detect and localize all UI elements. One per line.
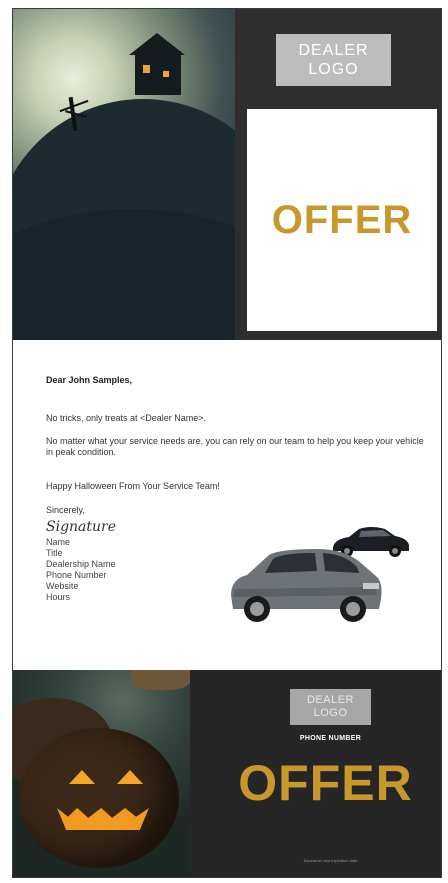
signature-detail: Hours — [46, 592, 71, 602]
disclaimer: Disclaimer and expiration date — [303, 858, 358, 863]
jack-o-lantern — [19, 728, 179, 868]
offer-box: OFFER — [247, 109, 437, 331]
greeting: Dear John Samples, — [46, 375, 133, 385]
house-window — [143, 65, 150, 73]
letter-line: No matter what your service needs are, y… — [46, 436, 424, 457]
signature-detail: Title — [46, 548, 63, 558]
lower-hill — [13, 209, 235, 340]
signature-detail: Dealership Name — [46, 559, 116, 569]
pumpkin — [131, 670, 190, 690]
haunted-house-image — [13, 9, 235, 340]
signature-detail: Phone Number — [46, 570, 107, 580]
dealer-logo: DEALER LOGO — [276, 34, 391, 86]
dealer-logo: DEALER LOGO — [290, 689, 371, 725]
letter-body: Dear John Samples, No tricks, only treat… — [13, 340, 441, 670]
pumpkin-eye — [69, 770, 95, 784]
closing: Sincerely, — [46, 505, 85, 515]
letter-line: No tricks, only treats at <Dealer Name>. — [46, 413, 207, 423]
haunted-house — [135, 51, 181, 95]
bottom-panel: DEALER LOGO PHONE NUMBER OFFER Disclaime… — [13, 670, 441, 877]
suv-image — [231, 549, 382, 622]
signature: Signature — [46, 519, 117, 535]
signature-detail: Name — [46, 537, 71, 547]
house-window — [163, 71, 169, 77]
signature-details: Name Title Dealership Name Phone Number … — [46, 537, 116, 603]
jack-o-lantern-image — [13, 670, 190, 877]
pumpkin-eye — [117, 770, 143, 784]
top-panel: DEALER LOGO OFFER — [13, 9, 441, 340]
offer-text: OFFER — [238, 755, 413, 811]
offer-text: OFFER — [271, 197, 413, 242]
letter-line: Happy Halloween From Your Service Team! — [46, 481, 220, 491]
phone-number: PHONE NUMBER — [299, 735, 362, 742]
signature-detail: Website — [46, 581, 79, 591]
mailer: DEALER LOGO OFFER Dear John Samples, No … — [12, 8, 442, 878]
